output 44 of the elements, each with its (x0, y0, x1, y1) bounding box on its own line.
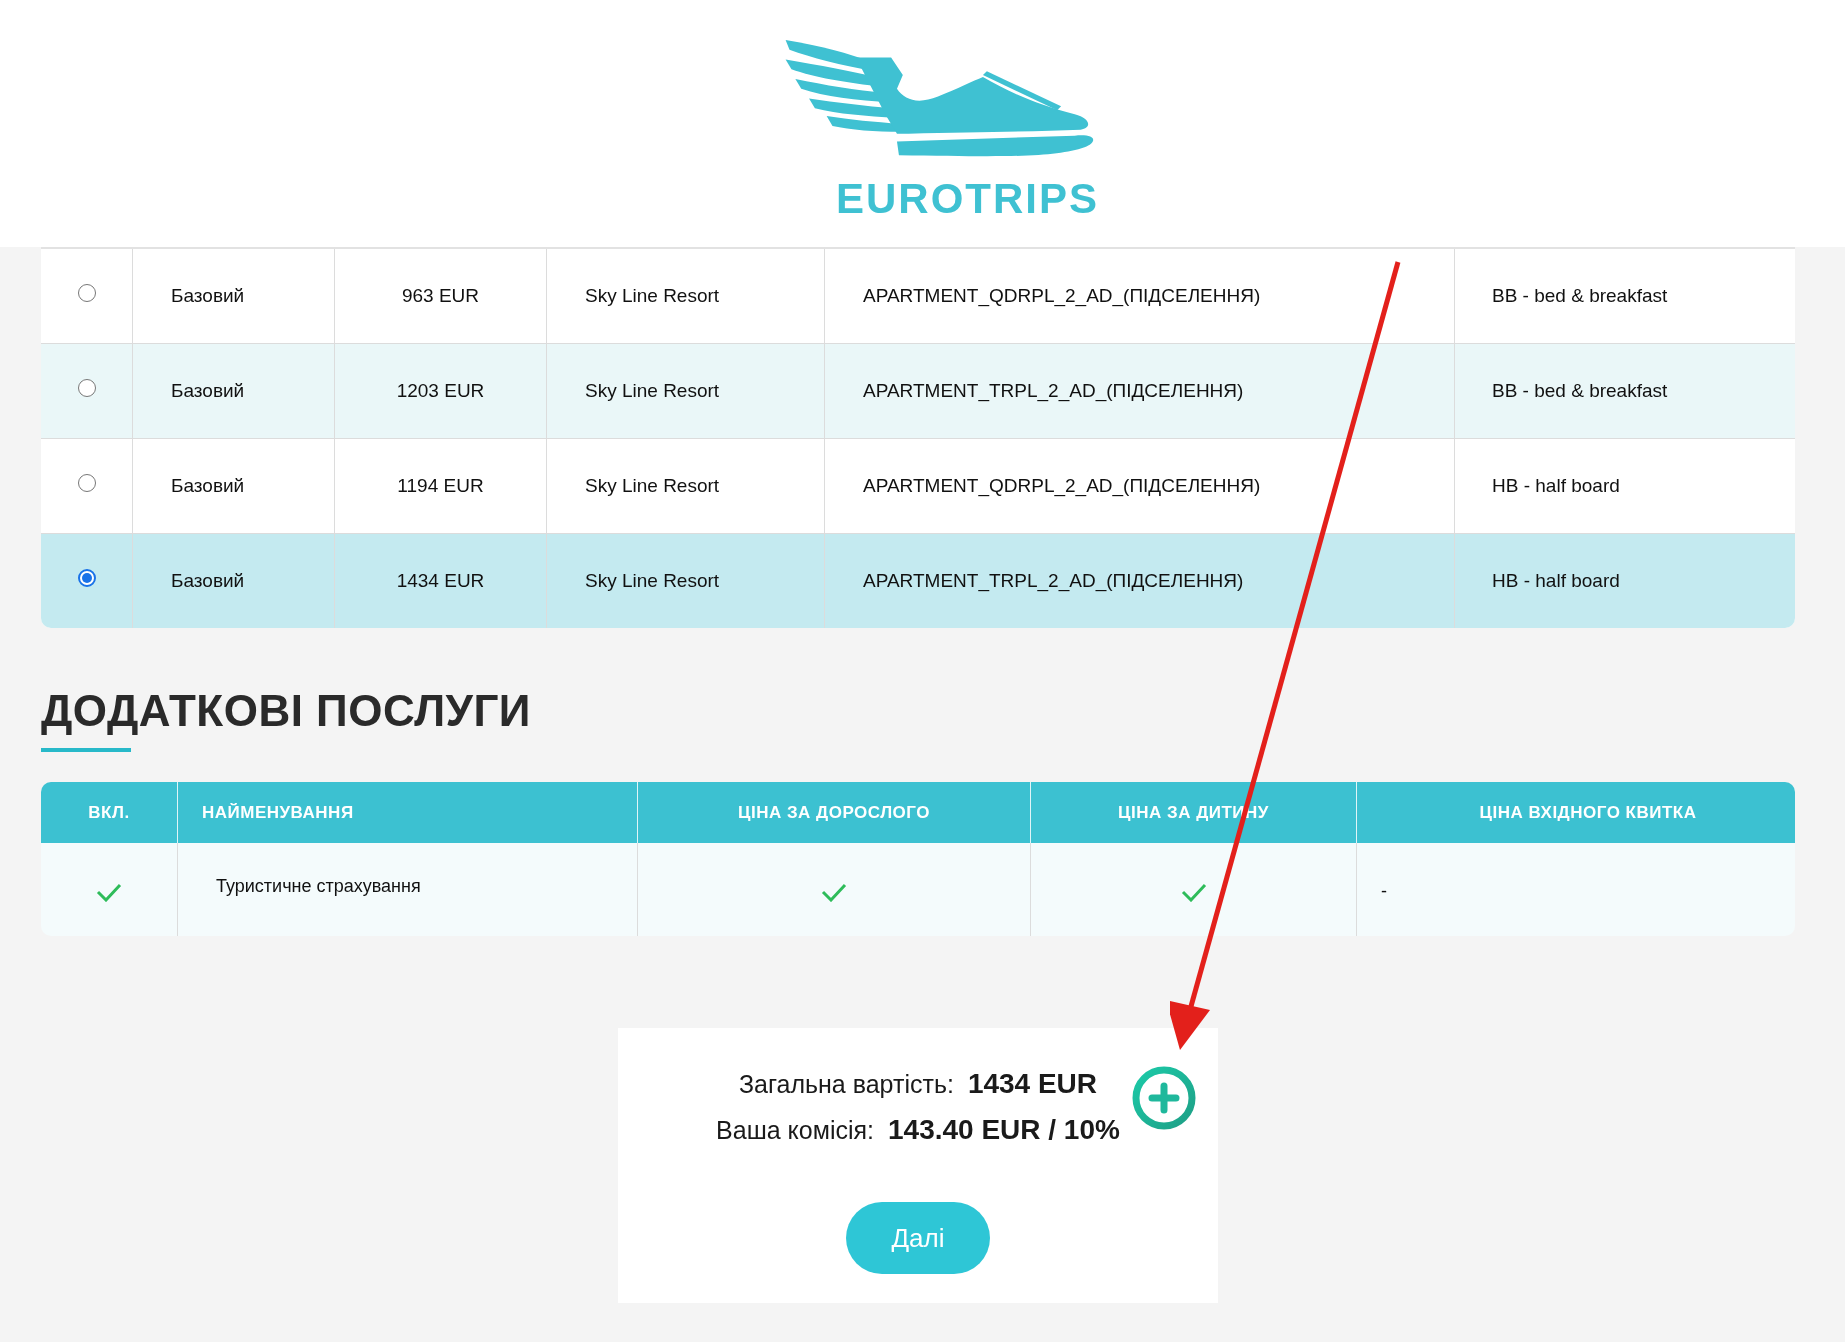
section-heading: ДОДАТКОВІ ПОСЛУГИ (41, 686, 532, 736)
table-cell: Базовий (171, 380, 245, 402)
total-label: Загальна вартість: (738, 1070, 954, 1099)
table-cell: HB - half board (1492, 570, 1620, 592)
table-cell: Туристичне страхування (216, 876, 421, 897)
table-cell: Базовий (171, 285, 245, 307)
table-cell: BB - bed & breakfast (1492, 380, 1668, 402)
table-cell: APARTMENT_TRPL_2_AD_(ПІДСЕЛЕННЯ) (863, 570, 1244, 592)
check-icon (1180, 881, 1207, 902)
column-header: НАЙМЕНУВАННЯ (202, 802, 354, 823)
room-row[interactable]: Базовий 1203 EUR Sky Line Resort APARTMENT_TRPL_2_AD_(ПІДСЕЛЕННЯ) BB - bed & breakfast (41, 344, 1795, 439)
logo-text: EUROTRIPS (836, 175, 1099, 223)
column-header: ВКЛ. (88, 802, 130, 823)
table-cell: BB - bed & breakfast (1492, 285, 1668, 307)
table-cell: Базовий (171, 570, 245, 592)
table-cell: Sky Line Resort (585, 380, 720, 402)
column-header: ЦІНА ВХІДНОГО КВИТКА (1479, 802, 1697, 823)
table-cell: Sky Line Resort (585, 475, 720, 497)
column-header: ЦІНА ЗА ДОРОСЛОГО (738, 802, 930, 823)
commission-label: Ваша комісія: (716, 1116, 874, 1145)
table-cell: Sky Line Resort (585, 285, 720, 307)
radio-button[interactable] (77, 569, 96, 587)
room-row[interactable]: Базовий 963 EUR Sky Line Resort APARTMENT_QDRPL_2_AD_(ПІДСЕЛЕННЯ) BB - bed & breakfast (41, 249, 1795, 344)
radio-button[interactable] (77, 379, 96, 397)
radio-button[interactable] (77, 284, 96, 302)
table-cell: APARTMENT_QDRPL_2_AD_(ПІДСЕЛЕННЯ) (863, 475, 1261, 497)
radio-button[interactable] (77, 474, 96, 492)
add-icon[interactable] (1131, 1065, 1197, 1131)
table-cell: - (1381, 881, 1387, 902)
table-cell: 963 EUR (401, 285, 480, 307)
table-cell: APARTMENT_TRPL_2_AD_(ПІДСЕЛЕННЯ) (863, 380, 1244, 402)
room-row[interactable]: Базовий 1434 EUR Sky Line Resort APARTMENT_TRPL_2_AD_(ПІДСЕЛЕННЯ) HB - half board (41, 534, 1795, 628)
room-row[interactable]: Базовий 1194 EUR Sky Line Resort APARTMENT_QDRPL_2_AD_(ПІДСЕЛЕННЯ) HB - half board (41, 439, 1795, 534)
check-icon (821, 881, 847, 902)
total-value: 1434 EUR (967, 1068, 1098, 1100)
commission-value: 143.40 EUR / 10% (888, 1114, 1120, 1146)
table-cell: 1194 EUR (397, 475, 484, 497)
table-cell: Базовий (171, 475, 245, 497)
table-cell: APARTMENT_QDRPL_2_AD_(ПІДСЕЛЕННЯ) (863, 285, 1261, 307)
table-cell: 1203 EUR (396, 380, 485, 402)
table-cell: Sky Line Resort (585, 570, 720, 592)
check-icon (96, 881, 122, 902)
table-cell: 1434 EUR (396, 570, 485, 592)
table-cell: HB - half board (1492, 475, 1620, 497)
